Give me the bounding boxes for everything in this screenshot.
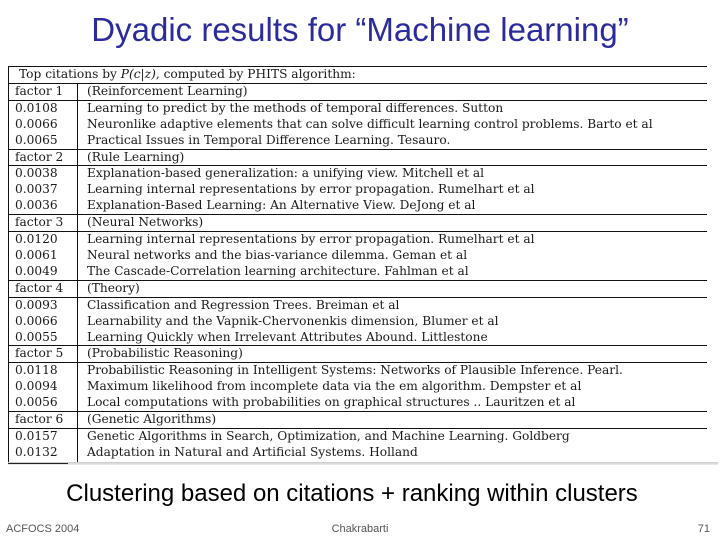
citation-row: 0.0061 Neural networks and the bias-varia… (8, 247, 707, 264)
citation-score: 0.0037 (8, 182, 78, 199)
citation-row: 0.0036 Explanation-Based Learning: An Alt… (8, 198, 707, 215)
citation-title: Neuronlike adaptive elements that can so… (77, 116, 707, 133)
citations-table-image: Top citations by P(c|z), computed by PHI… (8, 66, 707, 464)
slide-title: Dyadic results for “Machine learning” (91, 11, 629, 48)
citation-title: Adaptation in Natural and Artificial Sys… (77, 444, 707, 461)
citation-score: 0.0065 (8, 132, 78, 150)
footer-author: Chakrabarti (331, 523, 389, 535)
citation-score: 0.0056 (8, 395, 78, 412)
citation-row: 0.0038 Explanation-based generalization: … (8, 165, 707, 183)
factor-label: factor 3 (8, 214, 78, 233)
factor-name: (Probabilistic Reasoning) (77, 345, 707, 364)
factor-name: (Theory) (77, 279, 707, 298)
factor-name: (Rule Learning) (77, 148, 707, 167)
citation-row: 0.0118 Probabilistic Reasoning in Intelli… (8, 362, 707, 380)
citation-score: 0.0118 (8, 362, 78, 380)
factor-name: (Genetic Algorithms) (77, 411, 707, 429)
citation-row: 0.0037 Learning internal representations … (8, 182, 707, 199)
factor-row: factor 6 (Genetic Algorithms) (8, 411, 707, 429)
citation-title: Learning to predict by the methods of te… (77, 100, 707, 117)
citation-score: 0.0093 (8, 297, 78, 314)
citation-title: Probabilistic Reasoning in Intelligent S… (77, 362, 707, 380)
citation-row: 0.0108 Learning to predict by the methods… (8, 100, 707, 117)
citations-table: Top citations by P(c|z), computed by PHI… (8, 66, 707, 464)
citation-row: 0.0132 Adaptation in Natural and Artifici… (8, 444, 707, 461)
factor-row: factor 5 (Probabilistic Reasoning) (8, 345, 707, 364)
caption-suffix: , computed by PHITS algorithm: (155, 67, 356, 81)
citation-row: 0.0120 Learning internal representations … (8, 231, 707, 248)
citation-title: Maximum likelihood from incomplete data … (77, 379, 707, 396)
table-caption: Top citations by P(c|z), computed by PHI… (8, 66, 707, 84)
citation-title: Classification and Regression Trees. Bre… (77, 297, 707, 314)
factor-label: factor 4 (8, 279, 78, 298)
citation-score: 0.0036 (8, 198, 78, 215)
footer-page-number: 71 (697, 523, 710, 535)
factor-row: factor 2 (Rule Learning) (8, 148, 707, 167)
citation-row: 0.0055 Learning Quickly when Irrelevant A… (8, 329, 707, 346)
factor-row: factor 3 (Neural Networks) (8, 214, 707, 233)
citation-title: Learning internal representations by err… (77, 231, 707, 248)
citation-score: 0.0094 (8, 379, 78, 396)
caption-math: P(c|z) (120, 67, 156, 81)
citation-row: 0.0049 The Cascade-Correlation learning a… (8, 263, 707, 281)
factor-label: factor 1 (8, 82, 78, 101)
citation-title: The Cascade-Correlation learning archite… (77, 263, 707, 281)
citation-row: 0.0094 Maximum likelihood from incomplete… (8, 379, 707, 396)
citation-title: Learning internal representations by err… (77, 182, 707, 199)
factor-label: factor 5 (8, 345, 78, 364)
citation-score: 0.0108 (8, 100, 78, 117)
citation-score: 0.0061 (8, 247, 78, 264)
slide-subtitle: Clustering based on citations + ranking … (66, 480, 638, 507)
table-bottom-edge-left (8, 463, 68, 464)
citation-score: 0.0132 (8, 444, 78, 461)
factor-label: factor 6 (8, 411, 78, 429)
citation-title: Practical Issues in Temporal Difference … (77, 132, 707, 150)
citation-title: Learning Quickly when Irrelevant Attribu… (77, 329, 707, 346)
citation-row: 0.0157 Genetic Algorithms in Search, Opti… (8, 428, 707, 445)
citation-score: 0.0055 (8, 329, 78, 346)
factor-row: factor 1 (Reinforcement Learning) (8, 82, 707, 101)
citation-score: 0.0157 (8, 428, 78, 445)
citation-title: Explanation-Based Learning: An Alternati… (77, 198, 707, 215)
citation-title: Learnability and the Vapnik-Chervonenkis… (77, 313, 707, 330)
citation-score: 0.0038 (8, 165, 78, 183)
factor-name: (Neural Networks) (77, 214, 707, 233)
citation-title: Explanation-based generalization: a unif… (77, 165, 707, 183)
table-caption-row: Top citations by P(c|z), computed by PHI… (8, 66, 707, 84)
factor-name: (Reinforcement Learning) (77, 82, 707, 101)
citation-row: 0.0066 Learnability and the Vapnik-Chervo… (8, 313, 707, 330)
citation-score: 0.0120 (8, 231, 78, 248)
citation-score: 0.0049 (8, 263, 78, 281)
citation-title: Local computations with probabilities on… (77, 395, 707, 412)
factor-label: factor 2 (8, 148, 78, 167)
caption-prefix: Top citations by (19, 67, 121, 81)
citation-score: 0.0066 (8, 116, 78, 133)
citation-row: 0.0065 Practical Issues in Temporal Diffe… (8, 132, 707, 150)
factor-row: factor 4 (Theory) (8, 279, 707, 298)
citation-row: 0.0066 Neuronlike adaptive elements that … (8, 116, 707, 133)
citation-title: Genetic Algorithms in Search, Optimizati… (77, 428, 707, 445)
citation-title: Neural networks and the bias-variance di… (77, 247, 707, 264)
citation-row: 0.0093 Classification and Regression Tree… (8, 297, 707, 314)
table-bottom-edge (8, 462, 718, 465)
citation-row: 0.0056 Local computations with probabilit… (8, 395, 707, 412)
citation-score: 0.0066 (8, 313, 78, 330)
